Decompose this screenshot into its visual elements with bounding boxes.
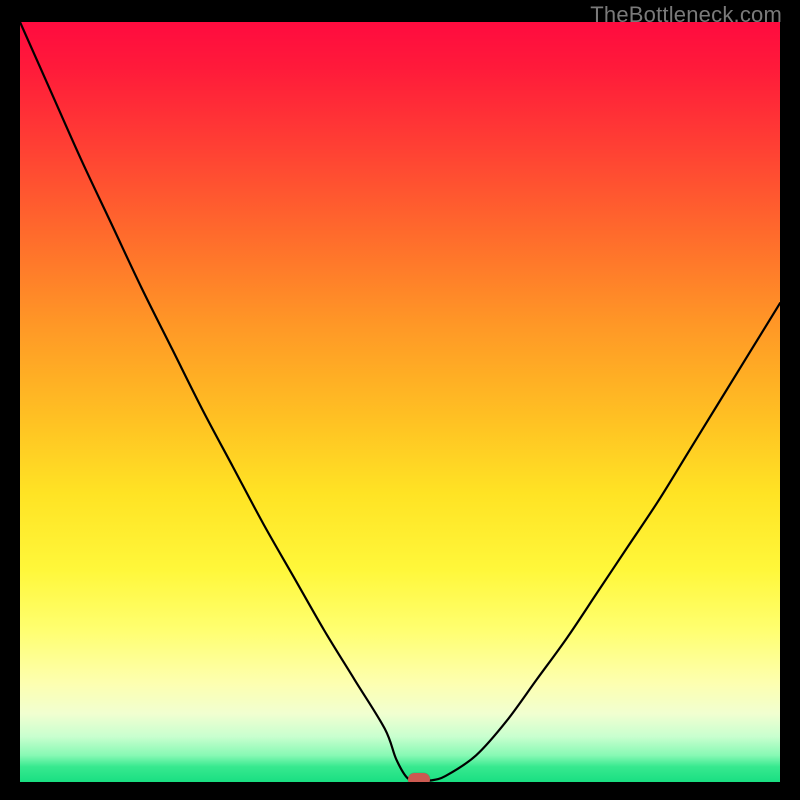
chart-frame: TheBottleneck.com <box>0 0 800 800</box>
bottleneck-curve-svg <box>20 22 780 782</box>
optimal-point-marker <box>408 773 430 782</box>
plot-area <box>20 22 780 782</box>
bottleneck-curve <box>20 22 780 781</box>
watermark-text: TheBottleneck.com <box>590 2 782 28</box>
